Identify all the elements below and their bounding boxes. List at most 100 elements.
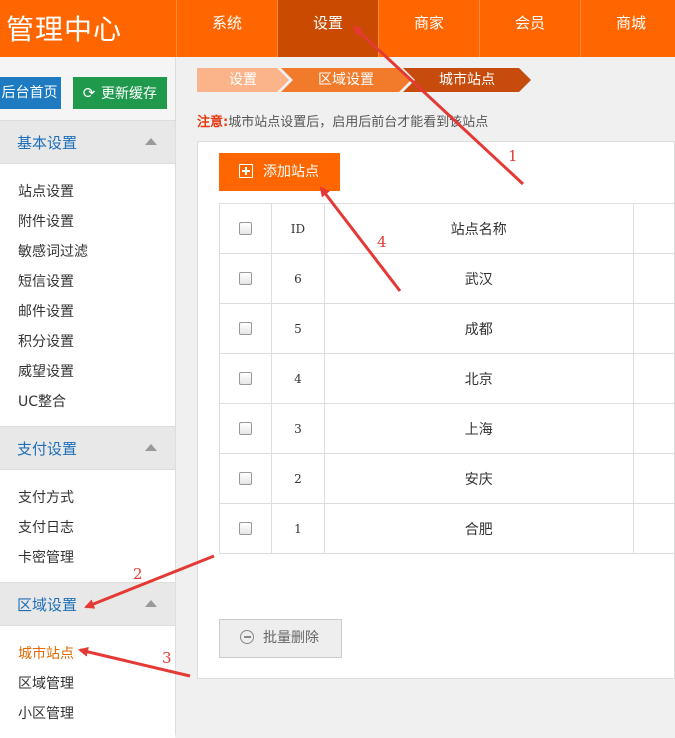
notice-label: 注意:	[197, 115, 228, 130]
column-header-id: ID	[271, 204, 324, 254]
annotation-label-2: 2	[133, 565, 143, 583]
row-name: 北京	[324, 354, 633, 404]
row-extra	[633, 504, 675, 554]
sidebar-item-prestige-settings[interactable]: 威望设置	[0, 357, 175, 387]
sidebar-group-region[interactable]: 区域设置	[0, 582, 175, 626]
plus-icon	[239, 164, 253, 178]
bulk-delete-label: 批量删除	[263, 630, 319, 646]
logo: 管理中心	[6, 8, 122, 48]
table-row: 5 成都	[220, 304, 675, 354]
sidebar-toolbar: 后台首页 ⟳更新缓存	[0, 57, 175, 120]
breadcrumb: 设置 区域设置 城市站点	[197, 68, 523, 92]
add-site-button[interactable]: 添加站点	[219, 153, 340, 191]
sidebar-item-word-filter[interactable]: 敏感词过滤	[0, 237, 175, 267]
nav-merchant[interactable]: 商家	[378, 0, 479, 57]
sidebar-group-payment[interactable]: 支付设置	[0, 426, 175, 470]
notice: 注意:城市站点设置后，启用后前台才能看到该站点	[197, 111, 488, 130]
collapse-arrow-icon[interactable]	[145, 600, 157, 607]
sidebar-item-region-management[interactable]: 区域管理	[0, 669, 175, 699]
row-id: 5	[271, 304, 324, 354]
sidebar-group-title: 区域设置	[17, 596, 77, 614]
column-header-extra	[633, 204, 675, 254]
refresh-cache-label: 更新缓存	[101, 86, 157, 102]
column-header-name: 站点名称	[324, 204, 633, 254]
row-id: 6	[271, 254, 324, 304]
row-extra	[633, 354, 675, 404]
nav-system[interactable]: 系统	[176, 0, 277, 57]
row-checkbox-cell	[220, 254, 272, 304]
nav-mall[interactable]: 商城	[580, 0, 675, 57]
row-checkbox[interactable]	[239, 322, 252, 335]
minus-icon	[240, 630, 254, 644]
breadcrumb-settings[interactable]: 设置	[197, 68, 289, 92]
refresh-icon: ⟳	[81, 77, 97, 109]
notice-text: 城市站点设置后，启用后前台才能看到该站点	[228, 115, 488, 130]
sidebar-item-payment-methods[interactable]: 支付方式	[0, 483, 175, 513]
main-nav: 系统 设置 商家 会员 商城	[176, 0, 675, 57]
row-extra	[633, 254, 675, 304]
row-id: 2	[271, 454, 324, 504]
annotation-label-3: 3	[162, 649, 172, 667]
sidebar-group-title: 支付设置	[17, 440, 77, 458]
breadcrumb-city-sites: 城市站点	[403, 68, 531, 92]
sidebar-group-basic-items: 站点设置 附件设置 敏感词过滤 短信设置 邮件设置 积分设置 威望设置 UC整合	[0, 164, 175, 426]
table-header-row: ID 站点名称	[220, 204, 675, 254]
row-name: 上海	[324, 404, 633, 454]
sidebar-group-region-items: 城市站点 区域管理 小区管理	[0, 626, 175, 738]
nav-member[interactable]: 会员	[479, 0, 580, 57]
row-extra	[633, 454, 675, 504]
row-checkbox-cell	[220, 454, 272, 504]
table-row: 6 武汉	[220, 254, 675, 304]
top-bar: 管理中心 系统 设置 商家 会员 商城	[0, 0, 675, 57]
row-id: 3	[271, 404, 324, 454]
add-site-label: 添加站点	[263, 164, 319, 180]
row-extra	[633, 304, 675, 354]
row-id: 4	[271, 354, 324, 404]
sidebar-item-mail-settings[interactable]: 邮件设置	[0, 297, 175, 327]
table-row: 1 合肥	[220, 504, 675, 554]
sidebar-group-payment-items: 支付方式 支付日志 卡密管理	[0, 470, 175, 582]
row-name: 武汉	[324, 254, 633, 304]
row-extra	[633, 404, 675, 454]
row-checkbox[interactable]	[239, 522, 252, 535]
row-name: 成都	[324, 304, 633, 354]
collapse-arrow-icon[interactable]	[145, 444, 157, 451]
sidebar-item-site-settings[interactable]: 站点设置	[0, 177, 175, 207]
sidebar-item-uc-integration[interactable]: UC整合	[0, 387, 175, 417]
table-row: 4 北京	[220, 354, 675, 404]
sidebar-item-attachment-settings[interactable]: 附件设置	[0, 207, 175, 237]
nav-settings[interactable]: 设置	[277, 0, 378, 57]
sidebar: 后台首页 ⟳更新缓存 基本设置 站点设置 附件设置 敏感词过滤 短信设置 邮件设…	[0, 57, 176, 735]
row-checkbox[interactable]	[239, 422, 252, 435]
row-name: 合肥	[324, 504, 633, 554]
select-all-cell	[220, 204, 272, 254]
sidebar-item-points-settings[interactable]: 积分设置	[0, 327, 175, 357]
row-checkbox[interactable]	[239, 272, 252, 285]
row-id: 1	[271, 504, 324, 554]
row-checkbox-cell	[220, 354, 272, 404]
sidebar-item-sms-settings[interactable]: 短信设置	[0, 267, 175, 297]
refresh-cache-button[interactable]: ⟳更新缓存	[73, 77, 167, 109]
row-checkbox[interactable]	[239, 472, 252, 485]
row-checkbox-cell	[220, 304, 272, 354]
content-panel: 添加站点 ID 站点名称 6 武汉 5 成都	[197, 141, 675, 679]
sidebar-item-payment-log[interactable]: 支付日志	[0, 513, 175, 543]
sidebar-group-title: 基本设置	[17, 134, 77, 152]
row-checkbox[interactable]	[239, 372, 252, 385]
sidebar-item-card-management[interactable]: 卡密管理	[0, 543, 175, 573]
table-row: 3 上海	[220, 404, 675, 454]
row-checkbox-cell	[220, 504, 272, 554]
row-checkbox-cell	[220, 404, 272, 454]
sidebar-item-community-management[interactable]: 小区管理	[0, 699, 175, 729]
sidebar-item-city-sites[interactable]: 城市站点	[0, 639, 175, 669]
select-all-checkbox[interactable]	[239, 222, 252, 235]
annotation-label-4: 4	[377, 233, 387, 251]
sidebar-group-basic[interactable]: 基本设置	[0, 120, 175, 164]
table-row: 2 安庆	[220, 454, 675, 504]
breadcrumb-region-settings[interactable]: 区域设置	[281, 68, 411, 92]
collapse-arrow-icon[interactable]	[145, 138, 157, 145]
bulk-delete-button[interactable]: 批量删除	[219, 619, 342, 658]
home-button[interactable]: 后台首页	[0, 77, 61, 109]
site-table: ID 站点名称 6 武汉 5 成都 4 北京	[219, 203, 675, 554]
annotation-label-1: 1	[508, 147, 518, 165]
